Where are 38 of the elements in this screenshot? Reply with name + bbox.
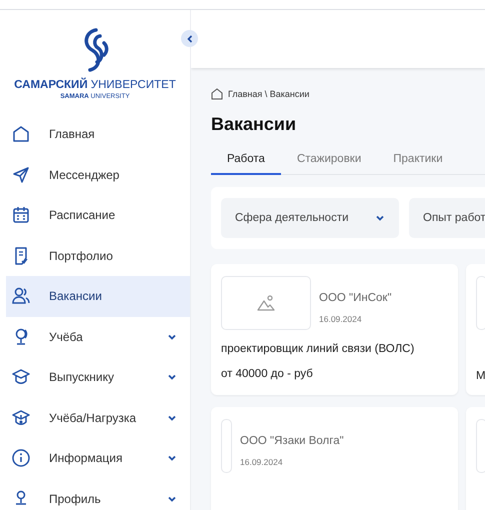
company-name: ООО "ИнСок": [319, 292, 392, 304]
filter-dropdown[interactable]: Сфера деятельности: [221, 198, 399, 238]
posted-date: 16.09.2024: [319, 314, 363, 324]
info-icon: [11, 448, 31, 468]
sidebar-item[interactable]: Вакансии: [6, 276, 190, 316]
sidebar-item[interactable]: Выпускнику: [6, 357, 190, 398]
home-icon: [211, 88, 223, 100]
paper-plane-icon: [11, 164, 31, 185]
chevron-down-icon: [375, 213, 385, 223]
chevron-left-icon: [186, 34, 194, 42]
people-icon: [11, 286, 31, 306]
breadcrumb: Главная \ Вакансии: [228, 89, 310, 99]
vacancy-card[interactable]: М: [466, 264, 485, 395]
vacancy-card[interactable]: ООО "Язаки Волга" 16.09.2024: [211, 407, 458, 510]
sidebar-item[interactable]: Мессенджер: [6, 154, 190, 195]
sidebar-item[interactable]: Портфолио: [6, 236, 190, 276]
sidebar-item[interactable]: Расписание: [6, 195, 190, 236]
posted-date: 16.09.2024: [240, 457, 284, 467]
tab[interactable]: Стажировки: [280, 153, 378, 175]
sidebar-item[interactable]: Главная: [6, 114, 190, 154]
home-icon: [11, 124, 31, 144]
page-title: Вакансии: [211, 114, 298, 135]
salary-text: от 40000 до - руб: [221, 368, 314, 380]
sidebar-item[interactable]: Информация: [6, 438, 190, 478]
vacancy-card[interactable]: ООО "ИнСок" 16.09.2024 проектировщик линий связи (ВОЛС) от 40000 до - руб: [211, 264, 458, 395]
graduation-cap-icon: [11, 408, 31, 428]
calendar-icon: [11, 205, 31, 226]
university-name: САМАРСКИЙ УНИВЕРСИТЕТ: [14, 79, 176, 91]
vacancy-title: проектировщик линий связи (ВОЛС): [221, 343, 416, 355]
collapse-button[interactable]: [181, 30, 198, 47]
company-name: ООО "Язаки Волга": [240, 435, 344, 447]
sidebar-item[interactable]: Учёба: [6, 316, 190, 357]
salary-text: М: [476, 370, 485, 382]
image-placeholder-icon: [257, 295, 275, 311]
sidebar-item[interactable]: Учёба/Нагрузка: [6, 398, 190, 438]
sidebar-item[interactable]: Профиль: [6, 478, 190, 510]
tab[interactable]: Практики: [377, 153, 459, 175]
tab[interactable]: Работа: [211, 153, 281, 175]
